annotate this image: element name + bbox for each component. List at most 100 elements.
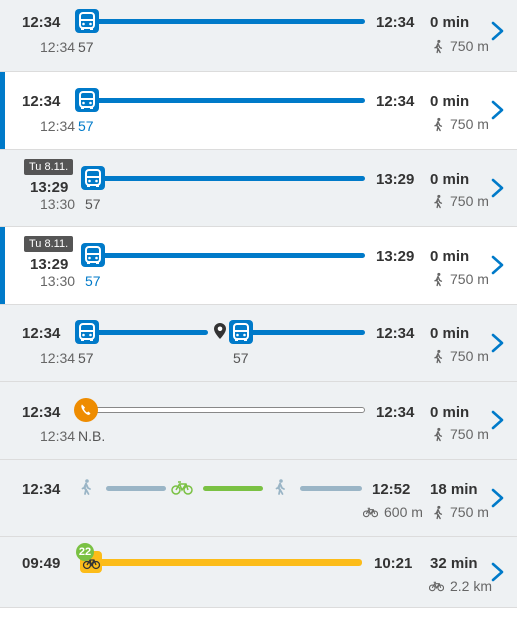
walk-icon: [432, 505, 444, 520]
arrival-time: 13:29: [376, 248, 415, 265]
departure-time: 09:49: [22, 555, 61, 572]
chevron-right-icon[interactable]: [489, 409, 507, 431]
departure-sub-time: 12:34: [40, 428, 76, 444]
departure-time: 12:34: [22, 404, 61, 421]
itinerary-row[interactable]: Tu 8.11. 13:29 13:30 57 13:29 0 min 750 …: [0, 150, 517, 227]
chevron-right-icon[interactable]: [489, 487, 507, 509]
walk-distance-value: 750 m: [450, 348, 489, 364]
itinerary-row-selected[interactable]: 12:34 12:34 57 12:34 0 min 750 m: [0, 72, 517, 150]
departure-sub-time: 13:30: [40, 273, 76, 289]
station-badge: 22: [76, 543, 94, 561]
route-number: 57: [78, 118, 94, 134]
bicycle-icon: [171, 481, 193, 495]
bus-icon: [229, 320, 253, 344]
walk-distance: 750 m: [432, 271, 489, 287]
arrival-time: 13:29: [376, 171, 415, 188]
arrival-time: 12:34: [376, 325, 415, 342]
walk-icon: [432, 194, 444, 209]
bike-leg-bar: [203, 486, 263, 491]
duration: 0 min: [430, 14, 470, 31]
bus-icon: [75, 88, 99, 112]
departure-time: 12:34: [22, 481, 61, 498]
walk-distance-value: 750 m: [450, 38, 489, 54]
route-number: 57: [78, 39, 94, 55]
walk-icon: [432, 272, 444, 287]
date-badge: Tu 8.11.: [24, 236, 74, 252]
walk-icon: [432, 117, 444, 132]
walk-distance: 750 m: [432, 504, 489, 520]
route-number: 57: [78, 350, 94, 366]
bicycle-icon: [363, 506, 378, 518]
departure-time: 13:29: [30, 179, 69, 196]
itinerary-row[interactable]: 12:34 12:34 57 57 12:34 0 min 750 m: [0, 305, 517, 382]
walk-distance-value: 750 m: [450, 504, 489, 520]
bus-leg-bar: [100, 176, 365, 181]
walk-icon: [275, 479, 285, 495]
date-badge: Tu 8.11.: [24, 159, 74, 175]
chevron-right-icon[interactable]: [489, 99, 507, 121]
duration: 18 min: [430, 481, 478, 498]
departure-sub-time: 12:34: [40, 350, 76, 366]
route-number-2: 57: [233, 350, 249, 366]
itinerary-row-selected[interactable]: Tu 8.11. 13:29 13:30 57 13:29 0 min 750 …: [0, 227, 517, 305]
citybike-leg-bar: [96, 559, 362, 566]
departure-sub-time: 13:30: [40, 196, 76, 212]
route-number: 57: [85, 273, 101, 289]
walk-leg-bar-2: [300, 486, 362, 491]
departure-time: 12:34: [22, 14, 61, 31]
duration: 32 min: [430, 555, 478, 572]
chevron-right-icon[interactable]: [489, 20, 507, 42]
duration: 0 min: [430, 171, 470, 188]
bike-distance: 2.2 km: [429, 578, 492, 594]
walk-icon: [81, 479, 91, 495]
walk-leg-bar-1: [106, 486, 166, 491]
chevron-right-icon[interactable]: [489, 177, 507, 199]
duration: 0 min: [430, 248, 470, 265]
walk-distance: 750 m: [432, 193, 489, 209]
walk-distance: 750 m: [432, 426, 489, 442]
itinerary-row[interactable]: 09:49 22 10:21 32 min 2.2 km: [0, 537, 517, 608]
bus-icon: [81, 243, 105, 267]
duration: 0 min: [430, 404, 470, 421]
route-number: 57: [85, 196, 101, 212]
departure-time: 12:34: [22, 93, 61, 110]
bus-leg-bar: [92, 19, 365, 24]
bus-leg-bar: [100, 253, 365, 258]
bike-distance-value: 2.2 km: [450, 578, 493, 594]
bike-distance: 600 m: [363, 504, 423, 520]
duration: 0 min: [430, 325, 470, 342]
walk-distance-value: 750 m: [450, 116, 489, 132]
departure-sub-time: 12:34: [40, 39, 76, 55]
arrival-time: 12:34: [376, 404, 415, 421]
departure-time: 12:34: [22, 325, 61, 342]
itinerary-row[interactable]: 12:34 12:34 57 12:34 0 min 750 m: [0, 0, 517, 72]
itinerary-row[interactable]: 12:34 12:34 N.B. 12:34 0 min 750 m: [0, 382, 517, 460]
bike-distance-value: 600 m: [384, 504, 423, 520]
bus-leg-bar: [92, 98, 365, 103]
arrival-time: 10:21: [374, 555, 413, 572]
bus-icon: [75, 320, 99, 344]
walk-icon: [432, 349, 444, 364]
map-pin-icon: [214, 323, 226, 339]
walk-distance: 750 m: [432, 38, 489, 54]
phone-icon: [74, 398, 98, 422]
walk-distance: 750 m: [432, 348, 489, 364]
chevron-right-icon[interactable]: [489, 254, 507, 276]
bus-icon: [81, 166, 105, 190]
arrival-time: 12:34: [376, 14, 415, 31]
route-number: N.B.: [78, 428, 106, 444]
departure-time: 13:29: [30, 256, 69, 273]
chevron-right-icon[interactable]: [489, 561, 507, 583]
walk-distance-value: 750 m: [450, 426, 489, 442]
walk-distance-value: 750 m: [450, 271, 489, 287]
chevron-right-icon[interactable]: [489, 332, 507, 354]
bus-leg-bar-2: [244, 330, 365, 335]
walk-distance-value: 750 m: [450, 193, 489, 209]
itinerary-row[interactable]: 12:34 12:52 18 min 600 m 750 m: [0, 460, 517, 537]
bicycle-icon: [429, 580, 444, 592]
walk-distance: 750 m: [432, 116, 489, 132]
bus-icon: [75, 9, 99, 33]
arrival-time: 12:34: [376, 93, 415, 110]
duration: 0 min: [430, 93, 470, 110]
call-leg-bar: [90, 407, 365, 413]
